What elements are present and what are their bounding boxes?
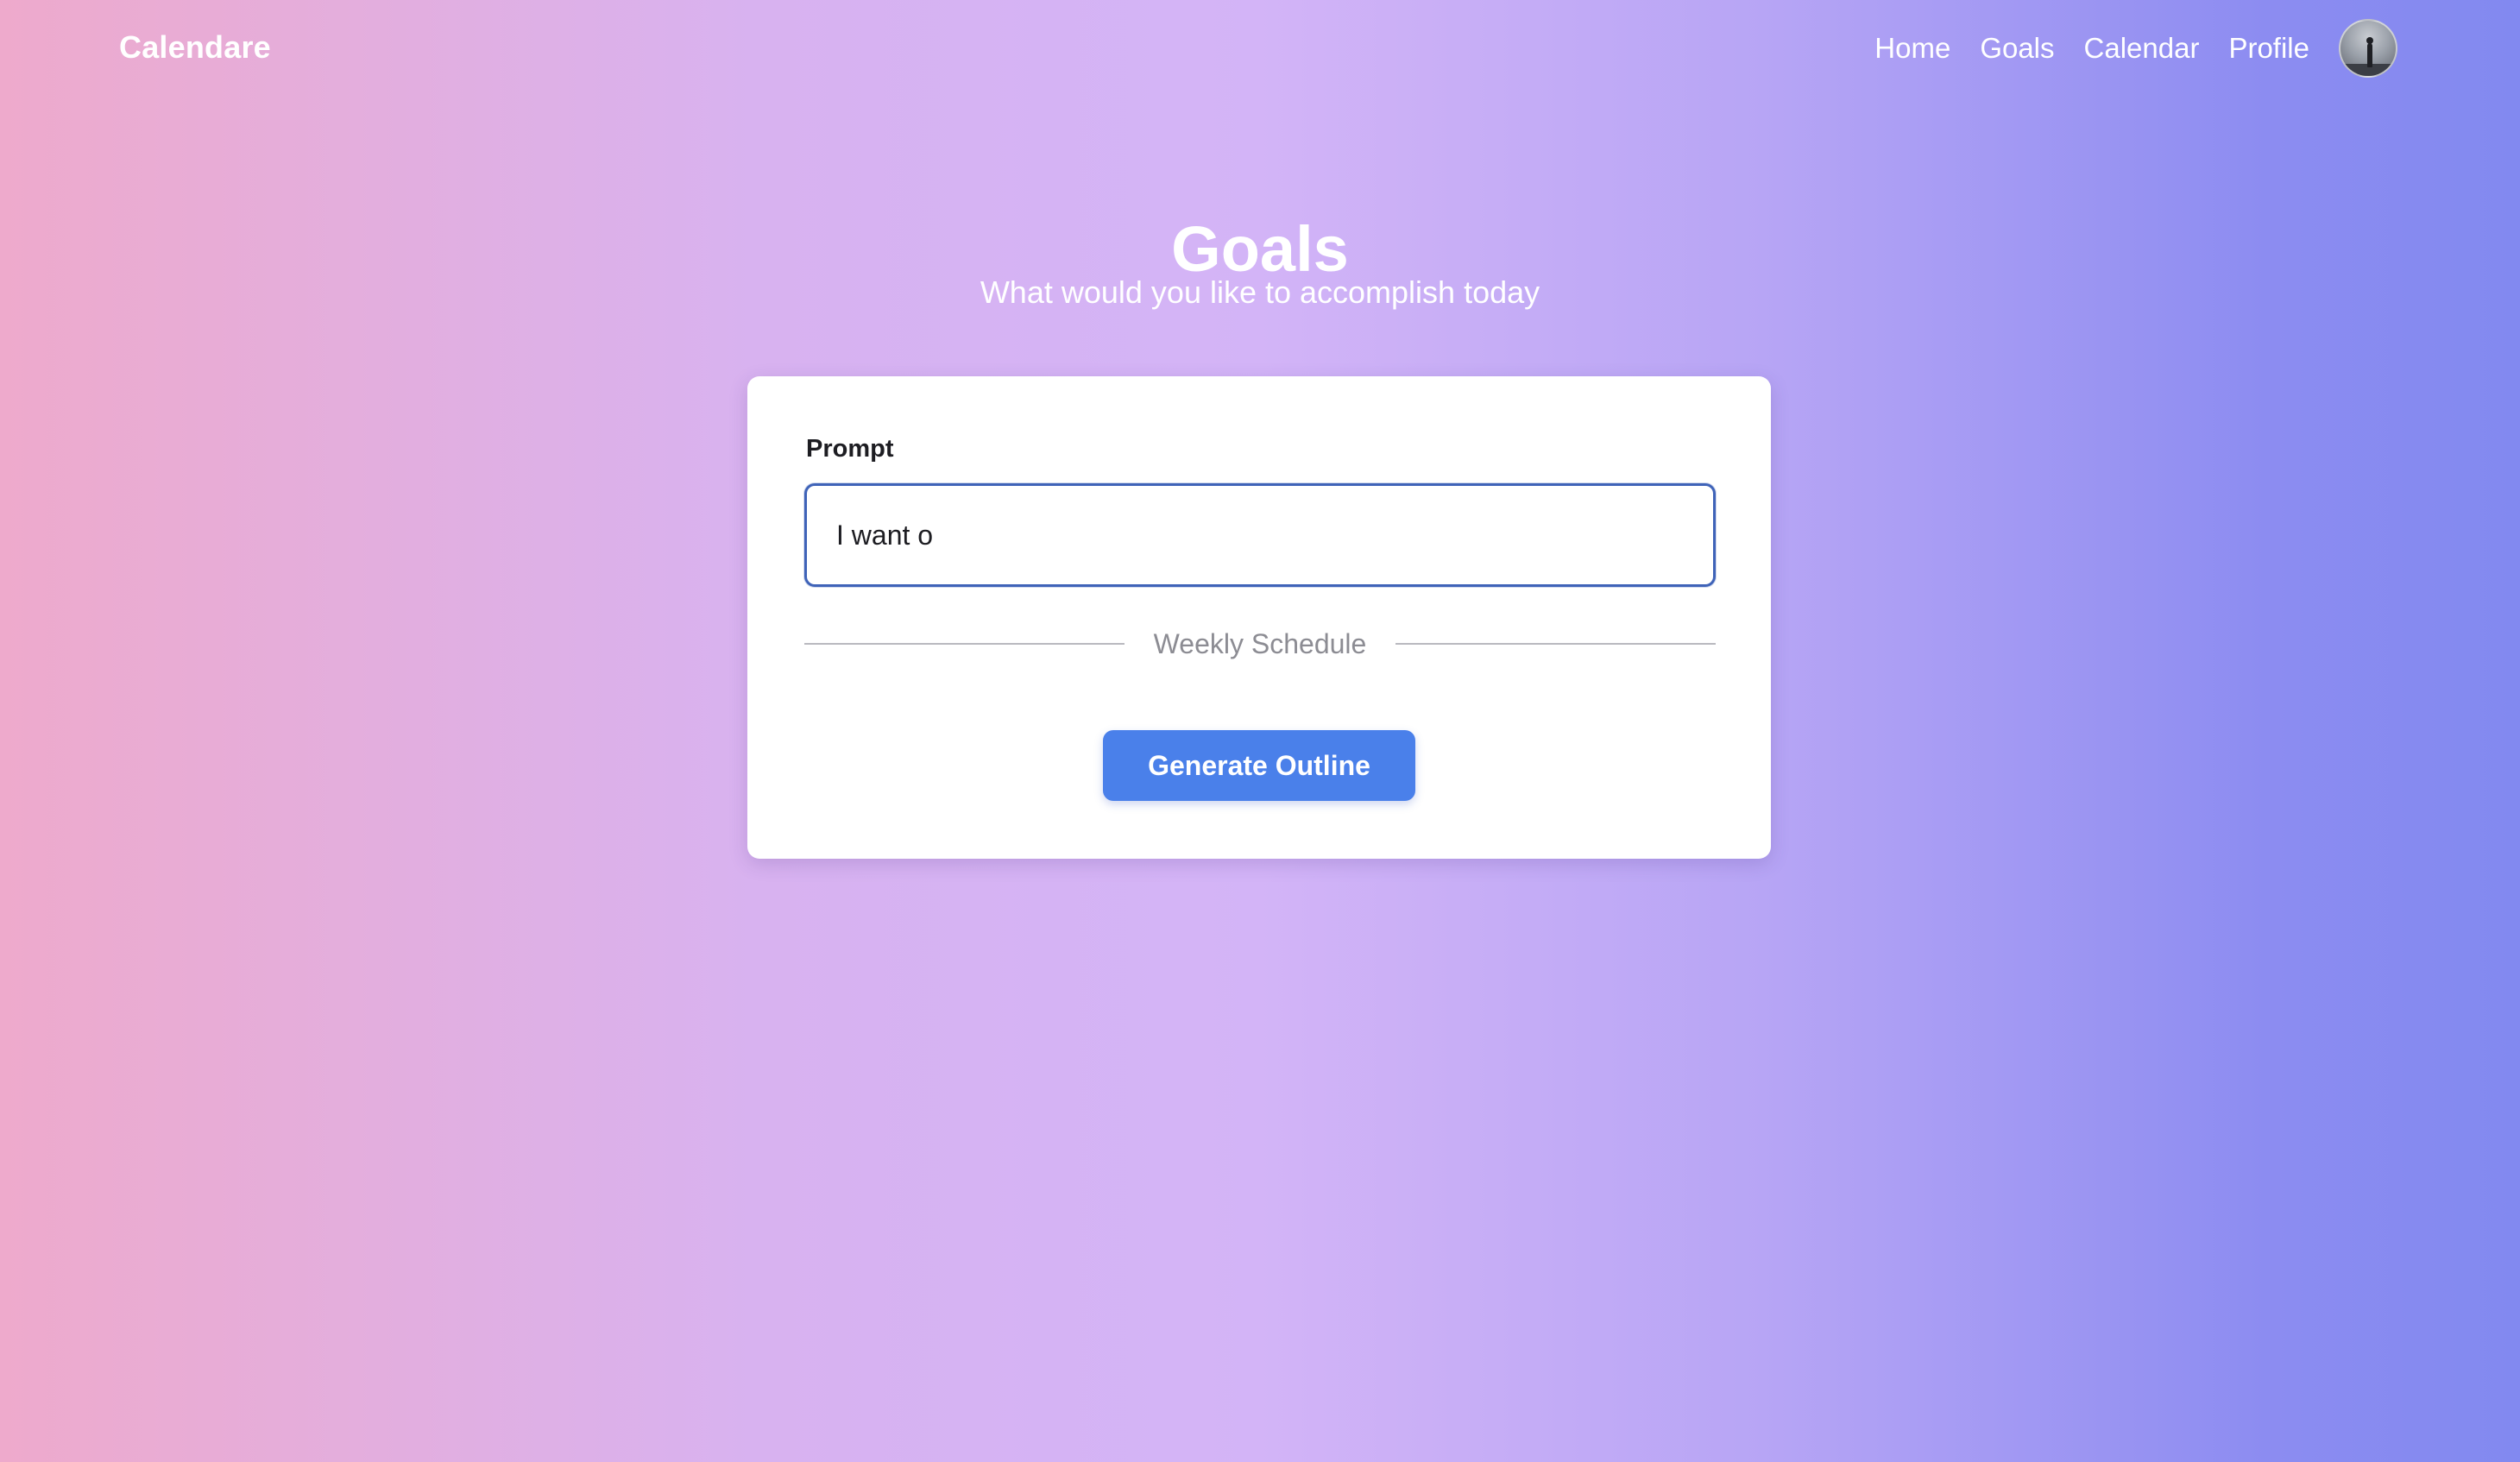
divider-line-left — [804, 643, 1125, 645]
divider-line-right — [1395, 643, 1716, 645]
weekly-schedule-divider: Weekly Schedule — [804, 625, 1716, 663]
nav-item-profile[interactable]: Profile — [2228, 32, 2309, 65]
avatar-figure — [2367, 43, 2372, 67]
top-nav: Home Goals Calendar Profile — [1874, 19, 2397, 78]
goal-form-card: Prompt Weekly Schedule Generate Outline — [747, 376, 1771, 859]
prompt-label: Prompt — [806, 435, 894, 463]
avatar[interactable] — [2339, 19, 2397, 78]
nav-item-calendar[interactable]: Calendar — [2084, 32, 2200, 65]
page-subtitle: What would you like to accomplish today — [980, 274, 1540, 310]
brand-logo[interactable]: Calendare — [119, 29, 271, 66]
prompt-input[interactable] — [804, 483, 1716, 587]
weekly-schedule-label: Weekly Schedule — [1153, 627, 1367, 659]
nav-item-goals[interactable]: Goals — [1980, 32, 2054, 65]
generate-outline-button[interactable]: Generate Outline — [1103, 730, 1415, 801]
nav-item-home[interactable]: Home — [1874, 32, 1950, 65]
